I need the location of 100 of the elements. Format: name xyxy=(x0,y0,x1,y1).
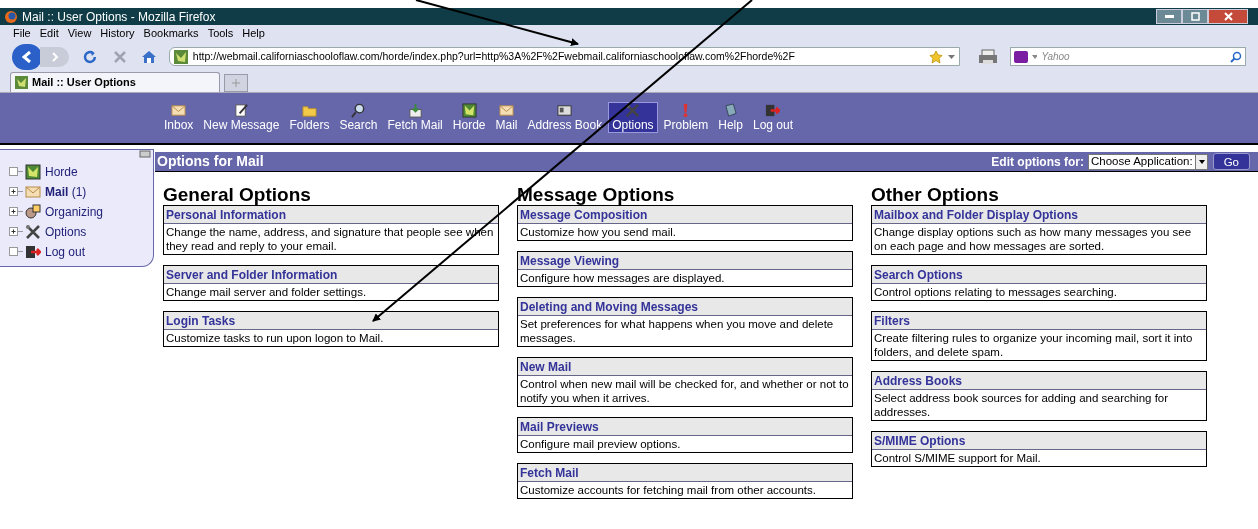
option-link[interactable]: Message Composition xyxy=(518,206,852,224)
menu-item[interactable]: Tools xyxy=(207,25,234,42)
option-description: Customize tasks to run upon logon to Mail. xyxy=(165,331,385,346)
close-icon xyxy=(1223,12,1233,21)
magnifier-icon xyxy=(350,103,366,118)
option-description: Customize accounts for fetching mail from other accounts. xyxy=(519,483,817,498)
sidebar-item[interactable]: Mail (1) xyxy=(45,182,87,201)
restore-icon xyxy=(1190,12,1200,21)
search-field[interactable]: Yahoo xyxy=(1010,47,1246,66)
option-description: Change mail server and folder settings. xyxy=(165,285,368,300)
home-icon[interactable] xyxy=(141,49,157,64)
toolbar-button[interactable]: Problem xyxy=(659,102,713,133)
toolbar-button[interactable]: Inbox xyxy=(160,102,198,133)
close-button[interactable] xyxy=(1208,9,1248,24)
option-link[interactable]: Filters xyxy=(872,312,1206,330)
option-link[interactable]: Login Tasks xyxy=(164,312,498,330)
edit-options-label: Edit options for: xyxy=(991,153,1084,171)
sidebar-item[interactable]: Horde xyxy=(45,162,78,181)
toolbar-button[interactable]: Address Book xyxy=(523,102,607,133)
exit-door-icon xyxy=(765,103,781,118)
option-description: Set preferences for what happens when you move and delete messages. xyxy=(519,317,835,346)
option-description: Control S/MIME support for Mail. xyxy=(873,451,1042,466)
tools-icon xyxy=(625,103,641,118)
browser-tab[interactable]: Mail :: User Options xyxy=(10,72,220,92)
star-icon[interactable] xyxy=(929,49,944,64)
pin-icon[interactable] xyxy=(139,148,151,160)
option-description: Control options relating to messages searching. xyxy=(873,285,1118,300)
option-link[interactable]: Mail Previews xyxy=(518,418,852,436)
option-link[interactable]: Address Books xyxy=(872,372,1206,390)
menu-item[interactable]: Bookmarks xyxy=(143,25,199,42)
menu-item[interactable]: Edit xyxy=(39,25,59,42)
toolbar-button[interactable]: Help xyxy=(714,102,747,133)
site-icon xyxy=(173,49,188,64)
tools-icon xyxy=(25,223,41,240)
menu-item[interactable]: History xyxy=(100,25,135,42)
inbox-download-icon xyxy=(407,103,423,118)
dropdown-arrow-icon[interactable] xyxy=(948,54,956,59)
envelope-icon xyxy=(499,103,514,118)
expand-icon[interactable] xyxy=(9,187,23,196)
book-icon xyxy=(723,103,739,118)
option-link[interactable]: Fetch Mail xyxy=(518,464,852,482)
go-button[interactable]: Go xyxy=(1212,153,1250,170)
section-heading: General Options xyxy=(163,185,312,205)
forward-button[interactable] xyxy=(39,46,70,67)
option-description: Change display options such as how many messages you see on each page and how messages are sorted. xyxy=(873,225,1193,254)
window-title: Mail :: User Options - Mozilla Firefox xyxy=(22,8,216,26)
option-description: Configure how messages are displayed. xyxy=(519,271,726,286)
option-link[interactable]: Search Options xyxy=(872,266,1206,284)
option-link[interactable]: S/MIME Options xyxy=(872,432,1206,450)
sidebar-item[interactable]: Log out xyxy=(45,242,86,261)
expand-icon[interactable] xyxy=(9,207,23,216)
expand-icon[interactable] xyxy=(9,227,23,236)
search-input[interactable]: Yahoo xyxy=(1041,49,1227,64)
search-icon[interactable] xyxy=(1230,50,1242,63)
tree-leaf-icon xyxy=(9,167,23,176)
option-link[interactable]: Deleting and Moving Messages xyxy=(518,298,852,316)
minimize-icon xyxy=(1164,15,1174,18)
toolbar-button[interactable]: Folders xyxy=(285,102,334,133)
option-link[interactable]: Personal Information xyxy=(164,206,498,224)
option-description: Control when new mail will be checked for, and whether or not to notify you when it arrives. xyxy=(519,377,850,406)
plus-icon xyxy=(232,79,240,87)
option-link[interactable]: Server and Folder Information xyxy=(164,266,498,284)
card-icon xyxy=(557,103,573,118)
toolbar-button[interactable]: Mail xyxy=(491,102,522,133)
option-description: Configure mail preview options. xyxy=(519,437,682,452)
toolbar-button[interactable]: Log out xyxy=(748,102,797,133)
option-link[interactable]: Mailbox and Folder Display Options xyxy=(872,206,1206,224)
tree-leaf-icon xyxy=(9,247,23,256)
firefox-icon xyxy=(4,9,18,24)
envelope-icon xyxy=(171,103,187,118)
toolbar-button[interactable]: Search xyxy=(335,102,382,133)
dropdown-arrow-icon[interactable] xyxy=(1031,54,1038,59)
option-link[interactable]: New Mail xyxy=(518,358,852,376)
option-description: Create filtering rules to organize your incoming mail, sort it into folders, and delete spam. xyxy=(873,331,1194,360)
envelope-icon xyxy=(25,183,41,200)
reload-icon[interactable] xyxy=(83,49,98,64)
folder-icon xyxy=(301,103,317,118)
gears-icon xyxy=(25,203,41,220)
restore-button[interactable] xyxy=(1182,9,1208,24)
back-button[interactable] xyxy=(12,43,42,70)
printer-icon[interactable] xyxy=(978,48,998,65)
menu-item[interactable]: View xyxy=(67,25,92,42)
option-description: Customize how you send mail. xyxy=(519,225,677,240)
yahoo-logo-icon xyxy=(1014,50,1028,63)
minimize-button[interactable] xyxy=(1156,9,1182,24)
application-select[interactable]: Choose Application: xyxy=(1088,153,1208,170)
sidebar-item[interactable]: Options xyxy=(45,222,87,241)
toolbar-button[interactable]: Fetch Mail xyxy=(383,102,447,133)
menu-item[interactable]: File xyxy=(13,25,31,42)
section-heading: Other Options xyxy=(871,185,1000,205)
compose-icon xyxy=(233,103,249,118)
option-description: Select address book sources for adding and searching for addresses. xyxy=(873,391,1170,420)
menu-item[interactable]: Help xyxy=(242,25,265,42)
toolbar-button[interactable]: Options xyxy=(608,102,658,133)
sidebar-item[interactable]: Organizing xyxy=(45,202,104,221)
toolbar-button[interactable]: New Message xyxy=(199,102,284,133)
option-link[interactable]: Message Viewing xyxy=(518,252,852,270)
toolbar-button[interactable]: Horde xyxy=(448,102,490,133)
page-heading: Options for Mail xyxy=(157,152,264,171)
map-icon xyxy=(461,103,477,118)
